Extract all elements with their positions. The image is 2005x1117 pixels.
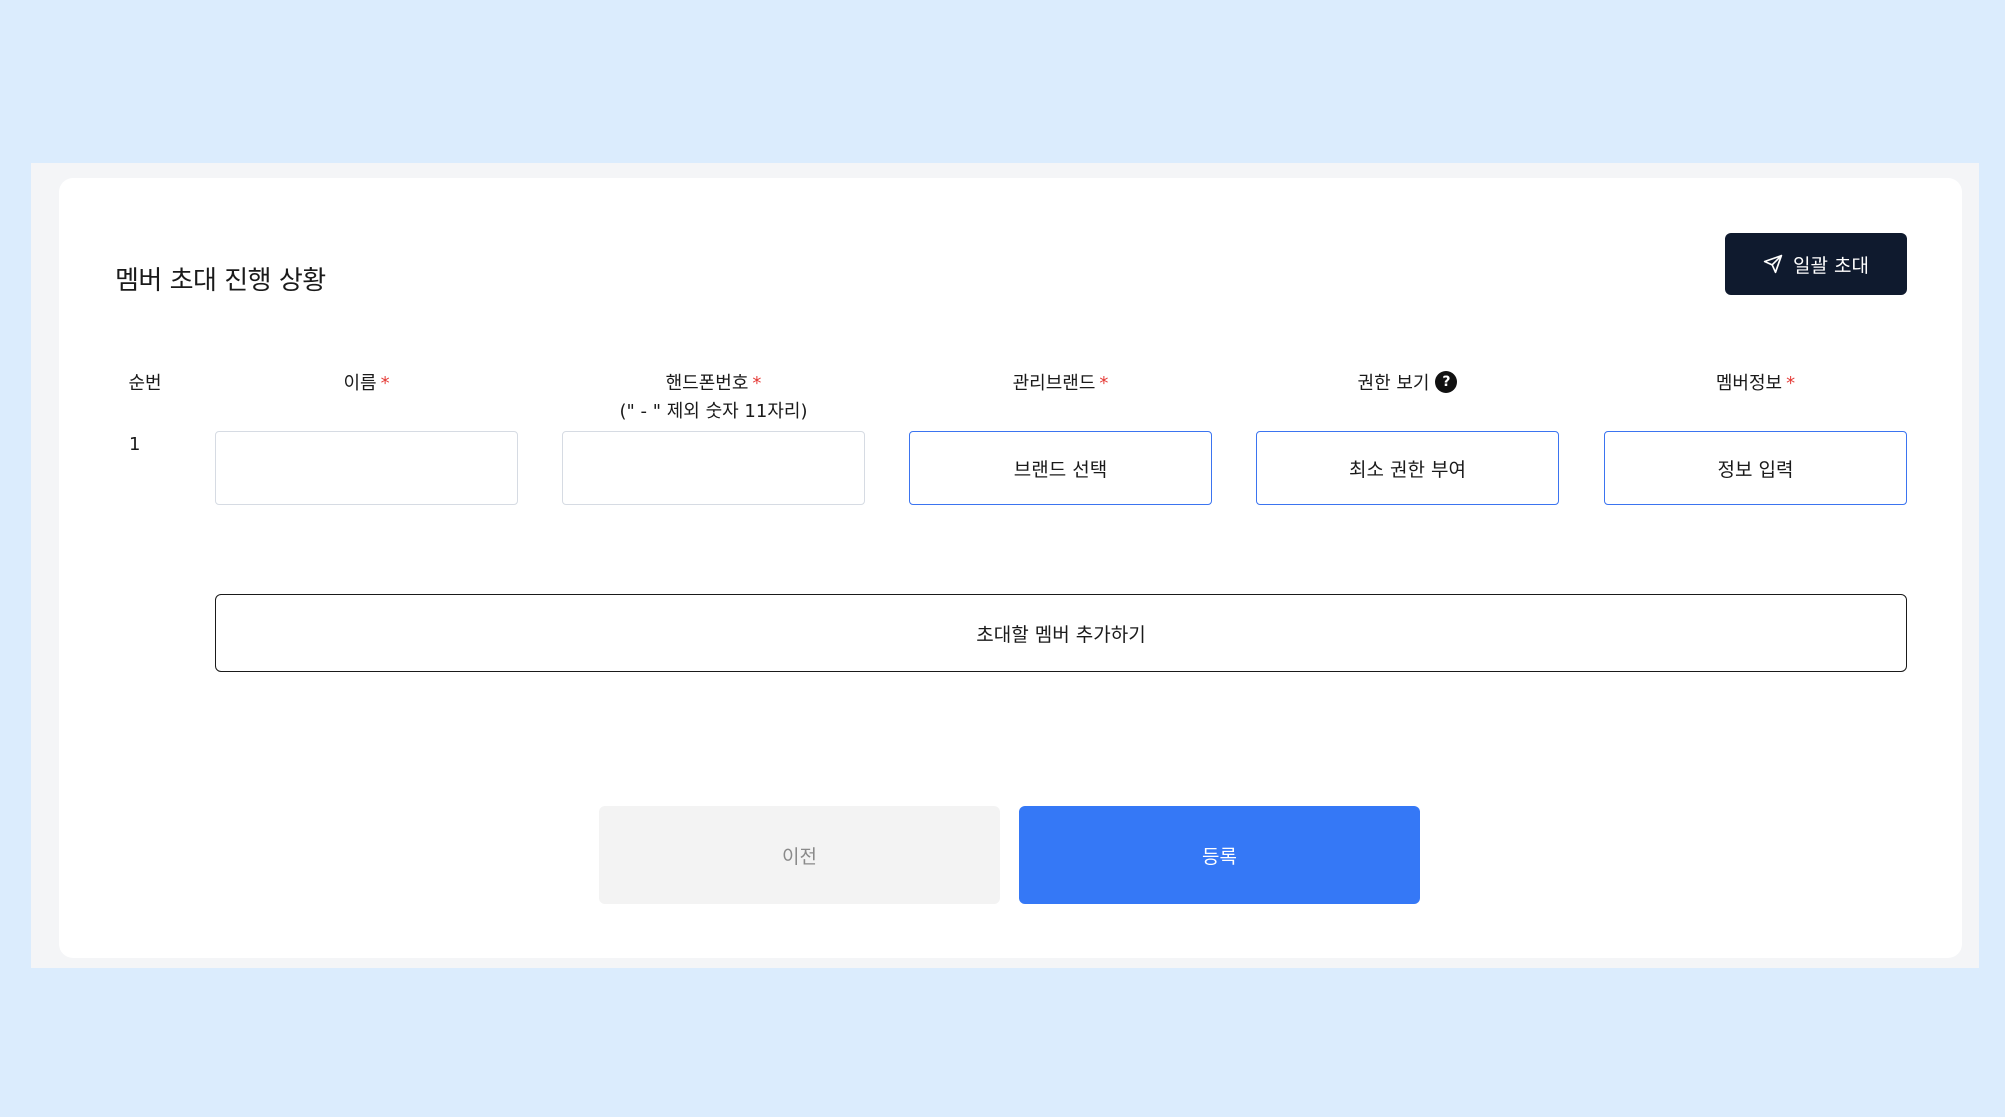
name-input[interactable] xyxy=(215,431,518,505)
column-header-name: 이름 * xyxy=(215,370,518,398)
page-title: 멤버 초대 진행 상황 xyxy=(115,266,326,296)
column-header-permission: 권한 보기? xyxy=(1256,370,1559,398)
phone-input[interactable] xyxy=(562,431,865,505)
invite-card: 멤버 초대 진행 상황 일괄 초대 순번 이름 * 핸드폰번호 * (" - " 제… xyxy=(59,178,1962,958)
prev-button[interactable]: 이전 xyxy=(599,806,1000,904)
column-header-phone-label: 핸드폰번호 xyxy=(665,373,749,394)
add-member-button[interactable]: 초대할 멤버 추가하기 xyxy=(215,594,1907,672)
column-header-member-info: 멤버정보 * xyxy=(1604,370,1907,398)
required-mark: * xyxy=(1786,373,1796,394)
bulk-invite-button[interactable]: 일괄 초대 xyxy=(1725,233,1907,295)
column-header-member-info-label: 멤버정보 xyxy=(1715,373,1783,394)
page-frame: 멤버 초대 진행 상황 일괄 초대 순번 이름 * 핸드폰번호 * (" - " 제… xyxy=(31,163,1979,968)
column-header-permission-label: 권한 보기 xyxy=(1357,373,1430,394)
column-header-phone: 핸드폰번호 * (" - " 제외 숫자 11자리) xyxy=(562,370,865,426)
send-icon xyxy=(1763,254,1783,274)
help-icon[interactable]: ? xyxy=(1435,371,1458,393)
member-info-button[interactable]: 정보 입력 xyxy=(1604,431,1907,505)
column-header-index: 순번 xyxy=(115,370,175,398)
required-mark: * xyxy=(380,373,390,394)
column-header-index-label: 순번 xyxy=(128,373,162,394)
column-header-name-label: 이름 xyxy=(343,373,377,394)
column-header-brand: 관리브랜드 * xyxy=(909,370,1212,398)
brand-select-button[interactable]: 브랜드 선택 xyxy=(909,431,1212,505)
required-mark: * xyxy=(1099,373,1109,394)
submit-button[interactable]: 등록 xyxy=(1019,806,1420,904)
column-header-phone-hint: (" - " 제외 숫자 11자리) xyxy=(619,401,808,422)
column-header-brand-label: 관리브랜드 xyxy=(1012,373,1096,394)
bulk-invite-label: 일괄 초대 xyxy=(1793,254,1869,277)
permission-button[interactable]: 최소 권한 부여 xyxy=(1256,431,1559,505)
required-mark: * xyxy=(752,373,762,394)
row-index: 1 xyxy=(129,434,141,455)
